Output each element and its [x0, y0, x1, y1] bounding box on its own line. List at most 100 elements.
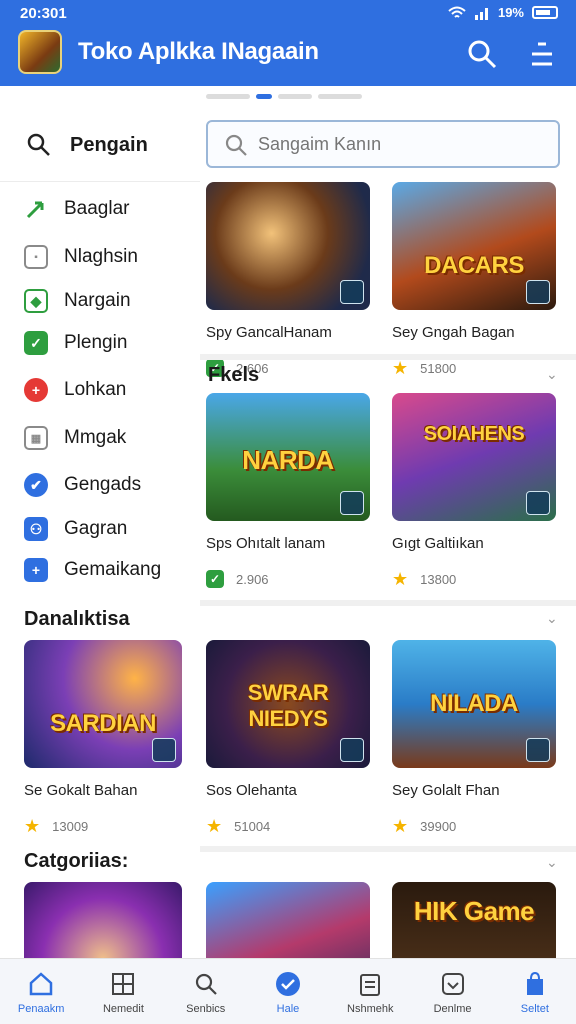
nav-item-seller[interactable]: Seltet — [494, 959, 576, 1024]
battery-percent: 19% — [497, 5, 524, 20]
app-meta: ★ 51800 — [392, 359, 556, 377]
section-title: Danalıktisa — [24, 608, 130, 630]
app-thumbnail: DACARS — [392, 182, 556, 310]
nav-item-hale[interactable]: Hale — [247, 959, 329, 1024]
app-meta: ★ 13009 — [24, 817, 188, 835]
app-rating: 51004 — [234, 818, 271, 834]
verified-icon: ✓ — [206, 570, 224, 588]
plus-tile-icon: + — [24, 558, 48, 582]
sidebar-item-label: Gengads — [64, 474, 142, 495]
search-icon[interactable] — [466, 38, 498, 70]
sidebar-item-label: Nlaghsin — [64, 246, 138, 267]
section-divider — [200, 846, 576, 852]
app-rating: 2.906 — [236, 571, 269, 587]
app-thumbnail: SARDIAN — [24, 640, 182, 768]
app-name: Spy GancalHanam — [206, 324, 332, 341]
app-card[interactable] — [24, 882, 188, 958]
category-sidebar: Pengain Baaglar ▪ Nlaghsin ◆ Nargain ✓ P… — [0, 110, 200, 600]
sidebar-item-label: Gagran — [64, 518, 128, 539]
sidebar-item-8[interactable]: + Gemaikang — [24, 555, 161, 585]
sidebar-item-label: Lohkan — [64, 379, 127, 400]
nav-item-home[interactable]: Penaakm — [0, 959, 82, 1024]
section-divider — [200, 354, 576, 360]
app-card[interactable]: Spy GancalHanam ✓ 2.606 — [206, 182, 370, 377]
plus-circle-icon: + — [24, 378, 48, 402]
sidebar-item-0[interactable]: Baaglar — [24, 194, 130, 224]
sidebar-item-2[interactable]: ◆ Nargain — [24, 286, 131, 316]
download-icon — [340, 738, 364, 762]
app-card[interactable]: SOIAHENS Gıgt Galtiıkan ★ 13800 — [392, 393, 556, 588]
app-card[interactable]: NARDA Sps Ohıtalt lanam ✓ 2.906 — [206, 393, 370, 588]
app-thumbnail: NARDA — [206, 393, 370, 521]
app-card[interactable]: HIK Game — [392, 882, 556, 958]
grid-icon: ▦ — [24, 426, 48, 450]
wifi-icon — [448, 6, 466, 18]
app-card[interactable]: NILADA Sey Golalt Fhan ★ 39900 — [392, 640, 556, 835]
compass-icon: ✔ — [24, 473, 48, 497]
app-rating: 13800 — [420, 571, 457, 587]
sidebar-item-3[interactable]: ✓ Plengin — [24, 328, 127, 358]
people-icon: ⚇ — [24, 517, 48, 541]
app-meta: ✓ 2.906 — [206, 570, 370, 588]
app-thumbnail — [206, 182, 370, 310]
sidebar-item-label: Mmgak — [64, 427, 127, 448]
download-icon — [340, 280, 364, 304]
sidebar-item-1[interactable]: ▪ Nlaghsin — [24, 242, 138, 272]
bag-icon — [526, 971, 543, 995]
check-tile-icon: ✓ — [24, 331, 48, 355]
grid-apps-icon — [112, 973, 135, 995]
search-icon — [27, 133, 50, 156]
sidebar-search[interactable]: Pengain — [0, 110, 200, 182]
app-card[interactable]: SARDIAN Se Gokalt Bahan ★ 13009 — [24, 640, 188, 835]
star-icon: ★ — [392, 569, 409, 589]
download-icon — [526, 491, 550, 515]
app-card[interactable]: DACARS Sey Gngah Bagan ★ 51800 — [392, 182, 556, 377]
chevron-down-icon[interactable]: ⌄ — [546, 610, 558, 627]
app-name: Sey Golalt Fhan — [392, 782, 500, 799]
page-indicator — [206, 94, 362, 99]
home-icon — [29, 972, 53, 996]
nav-item-download[interactable]: Denlme — [411, 959, 493, 1024]
sidebar-search-label: Pengain — [70, 134, 148, 156]
app-meta: ★ 39900 — [392, 817, 556, 835]
download-icon — [441, 973, 464, 995]
leaf-icon — [24, 197, 48, 221]
download-icon — [526, 738, 550, 762]
app-meta: ★ 13800 — [392, 570, 556, 588]
app-rating: 39900 — [420, 818, 457, 834]
app-card[interactable] — [206, 882, 370, 958]
star-icon: ★ — [206, 816, 223, 836]
menu-icon[interactable] — [528, 40, 556, 68]
app-card[interactable]: SWRAR NIEDYS Sos Olehanta ★ 51004 — [206, 640, 370, 835]
search-field[interactable] — [206, 120, 560, 168]
nav-item-notes[interactable]: Nshmehk — [329, 959, 411, 1024]
search-input[interactable] — [258, 130, 548, 158]
status-bar: 20:301 19% — [0, 0, 576, 26]
battery-icon — [532, 6, 558, 19]
app-bar: 20:301 19% Toko Aplkka INagaain — [0, 0, 576, 86]
sidebar-item-6[interactable]: ✔ Gengads — [24, 470, 141, 500]
app-thumbnail — [24, 882, 182, 958]
nav-item-apps[interactable]: Nemedit — [82, 959, 164, 1024]
sidebar-item-7[interactable]: ⚇ Gagran — [24, 514, 127, 544]
download-icon — [526, 280, 550, 304]
app-name: Se Gokalt Bahan — [24, 782, 138, 799]
chevron-down-icon[interactable]: ⌄ — [546, 854, 558, 871]
clipboard-icon — [360, 974, 381, 996]
chevron-down-icon[interactable]: ⌄ — [546, 366, 558, 383]
image-icon: ▪ — [24, 245, 48, 269]
bottom-navigation: Penaakm Nemedit Senbics Hale Nshmehk Den… — [0, 958, 576, 1024]
sidebar-item-label: Baaglar — [64, 198, 130, 219]
search-icon — [225, 134, 247, 156]
app-meta: ★ 51004 — [206, 817, 370, 835]
sidebar-item-5[interactable]: ▦ Mmgak — [24, 423, 126, 453]
status-time: 20:301 — [20, 5, 67, 22]
signal-icon — [474, 7, 488, 20]
status-icons: 19% — [448, 5, 558, 20]
app-name: Sey Gngah Bagan — [392, 324, 515, 341]
sidebar-item-label: Plengin — [64, 332, 128, 353]
sidebar-item-4[interactable]: + Lohkan — [24, 375, 126, 405]
nav-item-search[interactable]: Senbics — [165, 959, 247, 1024]
app-thumbnail: HIK Game — [392, 882, 556, 958]
app-logo — [18, 30, 62, 74]
